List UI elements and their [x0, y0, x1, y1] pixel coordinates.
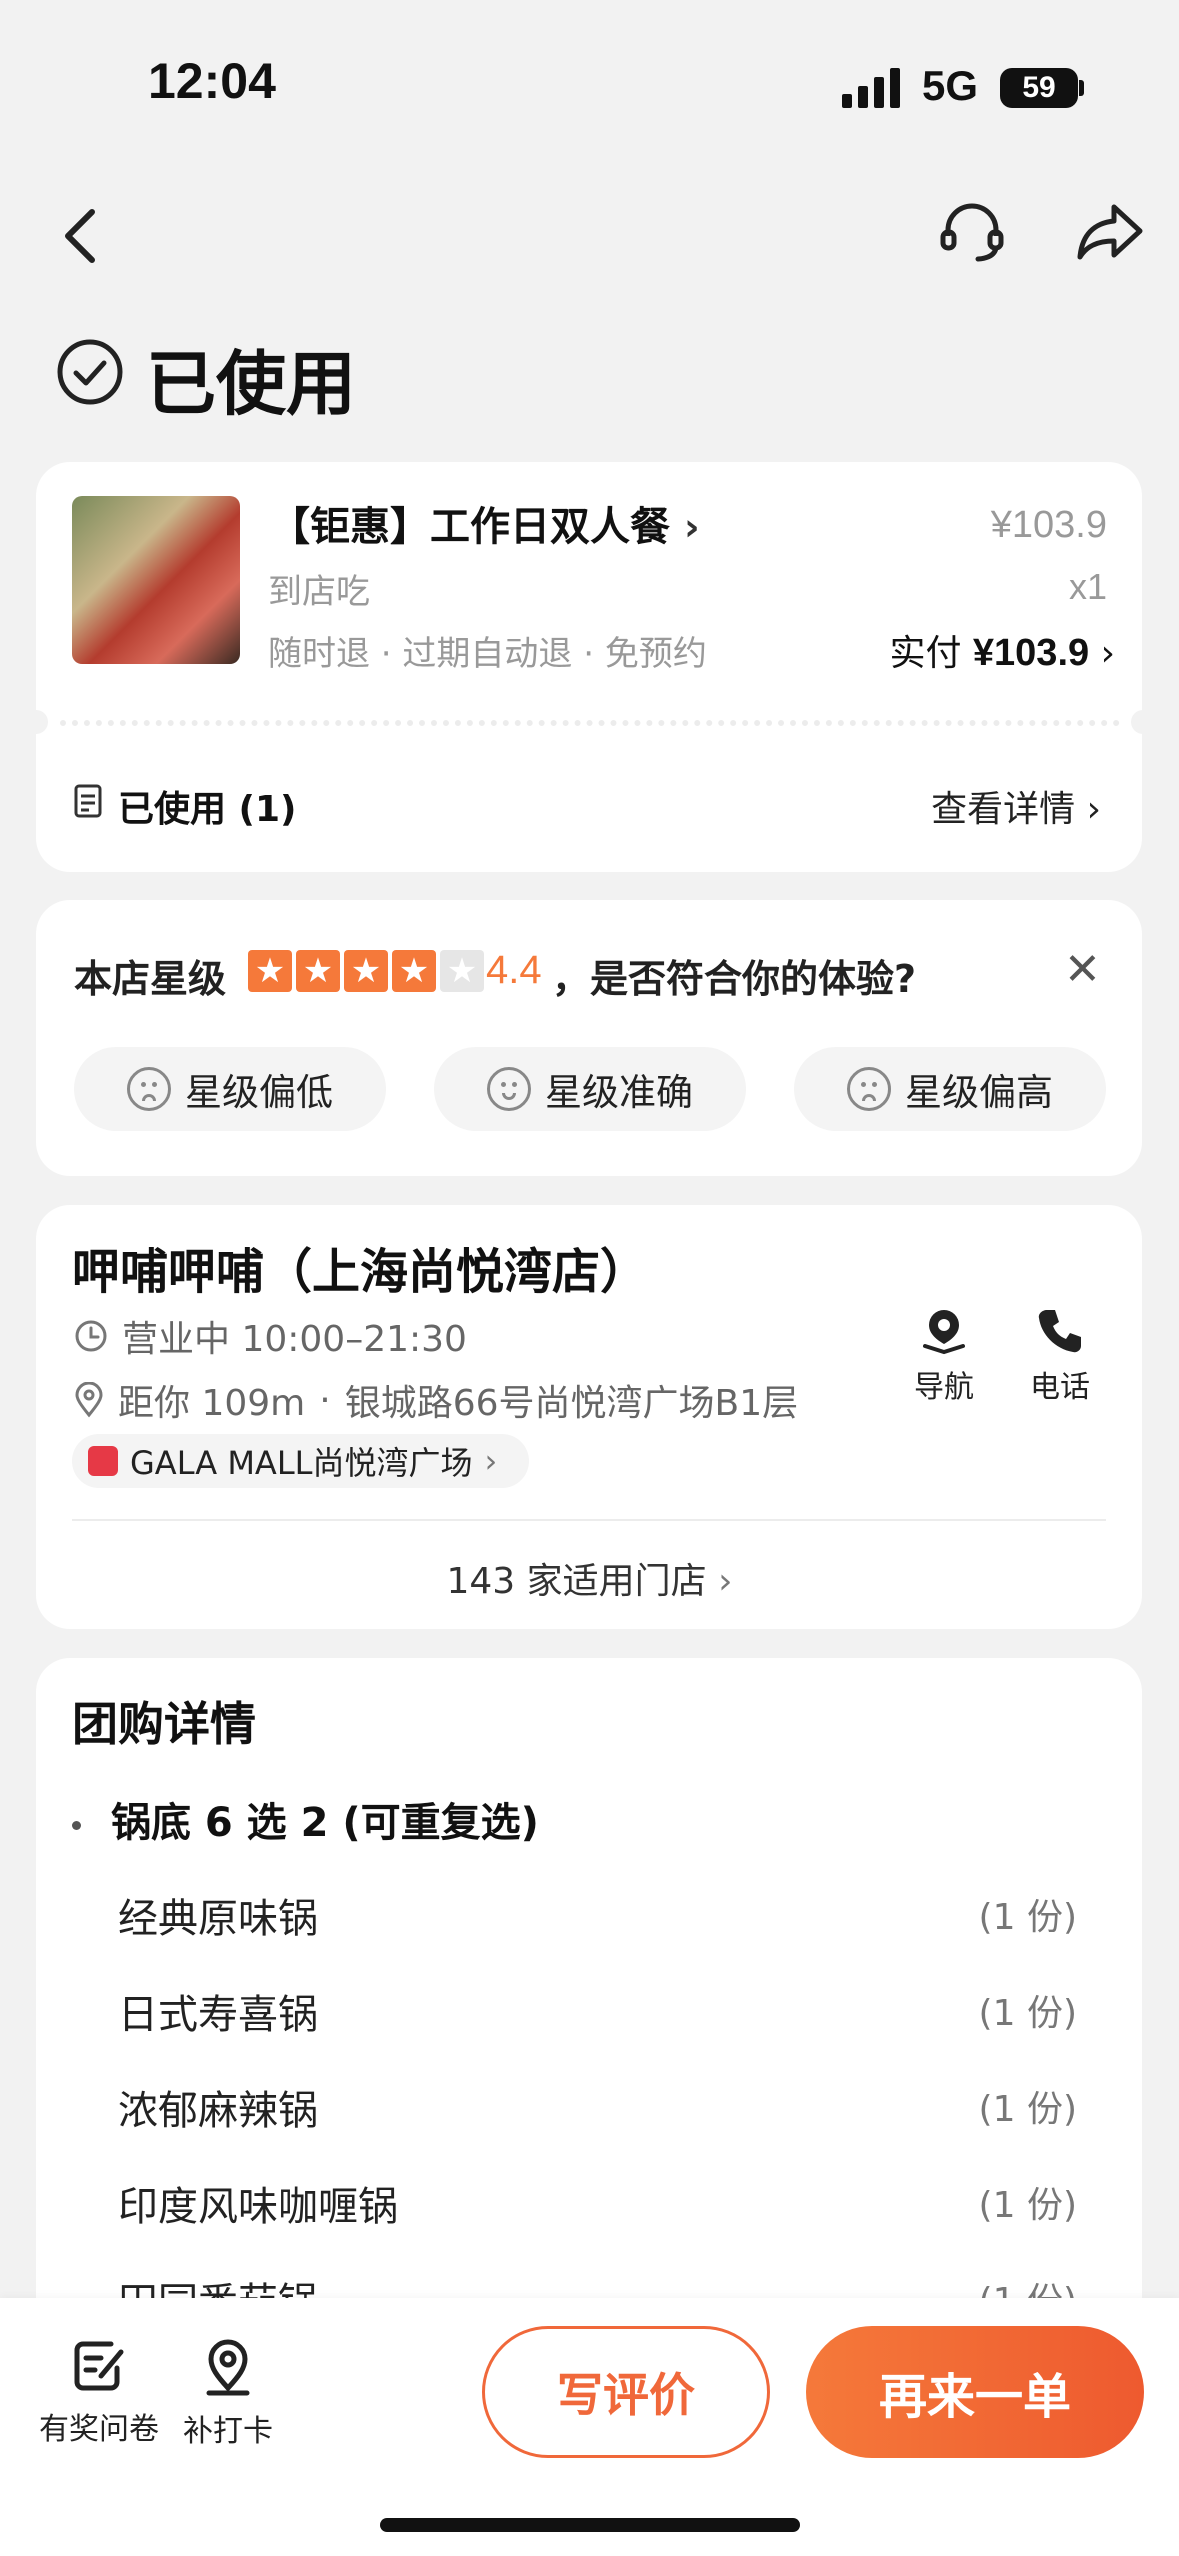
headset-icon: [940, 203, 1004, 262]
star-filled-icon: ★: [296, 950, 340, 992]
navigation-pin-icon: [923, 1310, 965, 1355]
share-icon: [1077, 204, 1143, 260]
star-filled-icon: ★: [392, 950, 436, 992]
home-indicator: [380, 2518, 800, 2532]
list-item-name: 日式寿喜锅: [118, 1992, 318, 2038]
rating-accurate-button[interactable]: 星级准确: [434, 1047, 746, 1131]
rating-low-button[interactable]: 星级偏低: [74, 1047, 386, 1131]
chevron-right-icon: ›: [484, 1442, 498, 1480]
rating-card: [36, 900, 1142, 1176]
deal-quantity: x1: [1068, 566, 1107, 607]
store-divider: [72, 1519, 1106, 1521]
phone-icon: [1038, 1310, 1081, 1353]
rating-label: 本店星级: [74, 957, 227, 1001]
page-title: 已使用: [146, 343, 356, 425]
chevron-right-icon: ›: [683, 505, 700, 549]
chevron-right-icon: ›: [1086, 789, 1101, 830]
applicable-stores-link[interactable]: 143 家适用门店 ›: [0, 1552, 1179, 1604]
list-item-qty: (1 份): [978, 1897, 1077, 1938]
ticket-notch-left: [24, 710, 48, 734]
chevron-right-icon: ›: [718, 1561, 733, 1602]
star-empty-icon: ★: [440, 950, 484, 992]
signal-icon: [842, 68, 900, 108]
chevron-right-icon: ›: [1100, 633, 1115, 674]
view-details-label: 查看详情: [931, 789, 1076, 830]
list-item-qty: (1 份): [978, 2185, 1077, 2226]
list-item-name: 印度风味咖喱锅: [118, 2184, 398, 2230]
deal-type: 到店吃: [268, 572, 370, 612]
call-button[interactable]: 电话: [1020, 1306, 1100, 1406]
checkin-button[interactable]: 补打卡: [178, 2338, 278, 2450]
call-label: 电话: [1030, 1370, 1090, 1405]
clock-icon: [75, 1320, 107, 1352]
sad-face-icon: [847, 1067, 891, 1111]
smile-face-icon: [487, 1067, 531, 1111]
back-button[interactable]: [40, 196, 120, 276]
list-item-name: 浓郁麻辣锅: [118, 2088, 318, 2134]
rating-high-button[interactable]: 星级偏高: [794, 1047, 1106, 1131]
mall-chip[interactable]: GALA MALL尚悦湾广场 ›: [72, 1434, 530, 1488]
list-item-qty: (1 份): [978, 2089, 1077, 2130]
rating-high-label: 星级偏高: [905, 1071, 1053, 1114]
store-hours: 营业中 10:00–21:30: [122, 1319, 467, 1360]
mall-logo-icon: [88, 1446, 118, 1476]
check-circle-icon: [57, 339, 123, 405]
list-item-name: 经典原味锅: [118, 1896, 318, 1942]
battery-nub: [1079, 80, 1084, 96]
close-icon[interactable]: ✕: [1064, 944, 1101, 995]
store-name[interactable]: 呷哺呷哺（上海尚悦湾店）: [72, 1232, 648, 1302]
list-item-qty: (1 份): [978, 1993, 1077, 2034]
write-review-button[interactable]: 写评价: [482, 2326, 770, 2458]
deal-image[interactable]: [72, 496, 240, 664]
rating-question: ，是否符合你的体验?: [552, 957, 917, 1001]
paid-amount-link[interactable]: 实付 ¥103.9 ›: [889, 624, 1115, 676]
rating-accurate-label: 星级准确: [545, 1071, 693, 1114]
paid-label: 实付: [889, 633, 962, 674]
deal-name[interactable]: 【钜惠】工作日双人餐 ›: [270, 494, 700, 552]
voucher-icon: [74, 784, 102, 818]
ticket-notch-right: [1131, 710, 1155, 734]
applicable-stores-label: 143 家适用门店: [446, 1561, 707, 1602]
star-filled-icon: ★: [248, 950, 292, 992]
back-arrow-icon: [65, 209, 95, 263]
ticket-divider: [60, 720, 1120, 726]
survey-label: 有奖问卷: [39, 2412, 159, 2447]
store-hours-row: 营业中 10:00–21:30: [74, 1310, 467, 1362]
checkin-label: 补打卡: [183, 2414, 273, 2449]
survey-edit-icon: [74, 2341, 124, 2391]
deal-tags: 随时退 · 过期自动退 · 免预约: [268, 634, 707, 674]
location-icon: [75, 1382, 103, 1418]
store-distance: 距你 109m: [118, 1383, 306, 1424]
star-rating: ★ ★ ★ ★ ★: [248, 950, 484, 992]
sad-face-icon: [127, 1067, 171, 1111]
navigate-label: 导航: [914, 1370, 974, 1405]
battery-indicator: 59: [1000, 68, 1078, 108]
share-button[interactable]: [1068, 190, 1152, 274]
location-pin-icon: [206, 2339, 250, 2396]
used-count: 已使用 (1): [118, 789, 297, 830]
bullet-dot: [72, 1820, 81, 1830]
details-group-label: 锅底 6 选 2 (可重复选): [111, 1800, 539, 1846]
store-address-row[interactable]: 距你 109m · 银城路66号尚悦湾广场B1层: [74, 1374, 798, 1426]
paid-amount: ¥103.9: [972, 632, 1090, 674]
rating-low-label: 星级偏低: [185, 1071, 333, 1114]
survey-button[interactable]: 有奖问卷: [34, 2338, 164, 2448]
navigate-button[interactable]: 导航: [904, 1306, 984, 1406]
view-details-link[interactable]: 查看详情 ›: [931, 780, 1101, 832]
details-title: 团购详情: [72, 1697, 256, 1751]
network-label: 5G: [922, 62, 979, 109]
store-address: 银城路66号尚悦湾广场B1层: [344, 1383, 799, 1424]
mall-name: GALA MALL尚悦湾广场: [130, 1444, 473, 1482]
deal-price: ¥103.9: [990, 504, 1107, 546]
deal-name-text: 【钜惠】工作日双人餐: [270, 504, 670, 550]
separator-dot: ·: [319, 1379, 331, 1421]
details-group-heading: 锅底 6 选 2 (可重复选): [72, 1790, 539, 1848]
status-time: 12:04: [148, 53, 276, 109]
star-filled-icon: ★: [344, 950, 388, 992]
customer-service-button[interactable]: [930, 190, 1014, 274]
rating-score: 4.4: [486, 948, 542, 992]
reorder-button[interactable]: 再来一单: [806, 2326, 1144, 2458]
